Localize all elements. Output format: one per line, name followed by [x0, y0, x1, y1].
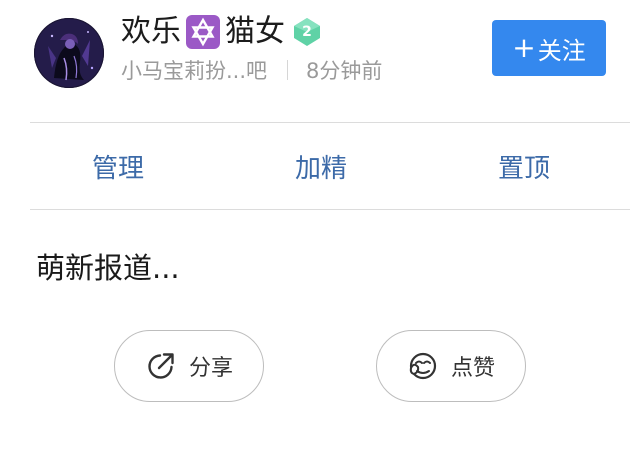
admin-highlight-button[interactable]: 加精 [245, 123, 398, 209]
meta-divider [287, 60, 289, 80]
like-label: 点赞 [450, 356, 495, 381]
post-content: 萌新报道... [36, 251, 180, 285]
admin-pin-button[interactable]: 置顶 [397, 123, 630, 209]
like-icon [407, 350, 439, 382]
share-button[interactable]: 分享 [114, 330, 264, 402]
level-number: 2 [302, 24, 312, 40]
avatar[interactable] [34, 18, 104, 88]
author-name-part2: 猫女 [225, 14, 285, 49]
author-name[interactable]: 欢乐 猫女 2 [121, 10, 323, 54]
share-label: 分享 [188, 356, 233, 381]
plus-icon: + [512, 31, 536, 64]
follow-button[interactable]: + 关注 [492, 20, 606, 76]
post-meta: 小马宝莉扮...吧 8分钟前 [121, 55, 382, 85]
author-name-part1: 欢乐 [121, 14, 181, 49]
like-button[interactable]: 点赞 [376, 330, 526, 402]
admin-manage-button[interactable]: 管理 [30, 123, 245, 209]
follow-label: 关注 [537, 36, 586, 65]
level-badge: 2 [291, 17, 323, 47]
admin-actions-bar: 管理 加精 置顶 [30, 123, 630, 209]
forum-name[interactable]: 小马宝莉扮...吧 [121, 55, 267, 85]
divider-bottom [30, 209, 630, 210]
share-icon [145, 350, 177, 382]
star-of-david-icon [183, 14, 223, 50]
post-time: 8分钟前 [306, 59, 383, 83]
